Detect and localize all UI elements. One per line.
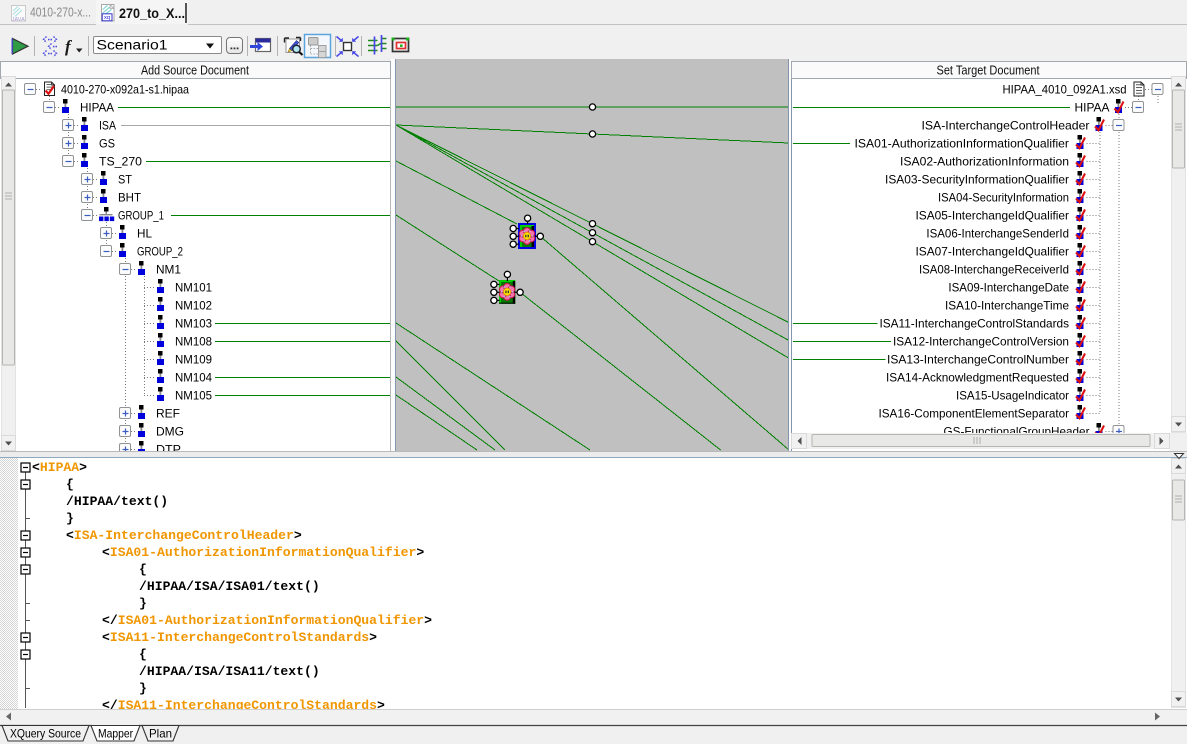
svg-text:ISA11-InterchangeControlStanda: ISA11-InterchangeControlStandards xyxy=(880,317,1070,331)
svg-text:ISA15-UsageIndicator: ISA15-UsageIndicator xyxy=(956,389,1069,403)
svg-text:ISA12-InterchangeControlVersio: ISA12-InterchangeControlVersion xyxy=(893,335,1069,349)
svg-text:HIPAA_4010_092A1.xsd: HIPAA_4010_092A1.xsd xyxy=(1003,83,1127,97)
svg-text:Mapper: Mapper xyxy=(98,727,133,741)
svg-text:ISA13-InterchangeControlNumber: ISA13-InterchangeControlNumber xyxy=(887,353,1069,367)
svg-text:ISA07-InterchangeIdQualifier: ISA07-InterchangeIdQualifier xyxy=(916,245,1070,259)
svg-text:ISA08-InterchangeReceiverId: ISA08-InterchangeReceiverId xyxy=(919,263,1069,277)
svg-text:NM109: NM109 xyxy=(175,353,212,367)
svg-text:NM108: NM108 xyxy=(175,335,212,349)
svg-text:TS_270: TS_270 xyxy=(99,155,142,169)
svg-text:xq: xq xyxy=(104,15,110,21)
svg-text:ISA03-SecurityInformationQuali: ISA03-SecurityInformationQualifier xyxy=(885,173,1069,187)
svg-text:JAVA: JAVA xyxy=(12,17,25,22)
svg-text:GROUP_2: GROUP_2 xyxy=(137,245,183,259)
svg-text:ST: ST xyxy=(118,173,133,187)
svg-text:NM104: NM104 xyxy=(175,371,212,385)
svg-text:270_to_X...: 270_to_X... xyxy=(119,5,185,21)
svg-text:NM101: NM101 xyxy=(175,281,212,295)
svg-text:Plan: Plan xyxy=(149,727,172,741)
svg-text:ISA01-AuthorizationInformation: ISA01-AuthorizationInformationQualifier xyxy=(855,137,1070,151)
svg-text:ISA10-InterchangeTime: ISA10-InterchangeTime xyxy=(945,299,1069,313)
svg-text:ISA06-InterchangeSenderId: ISA06-InterchangeSenderId xyxy=(926,227,1069,241)
svg-text:ISA05-InterchangeIdQualifier: ISA05-InterchangeIdQualifier xyxy=(916,209,1070,223)
svg-text:NM103: NM103 xyxy=(175,317,212,331)
svg-text:HL: HL xyxy=(137,227,152,241)
svg-text:REF: REF xyxy=(156,407,180,421)
svg-text:GROUP_1: GROUP_1 xyxy=(118,209,164,223)
svg-text:4010-270-x092a1-s1.hipaa: 4010-270-x092a1-s1.hipaa xyxy=(61,83,189,97)
svg-text:HIPAA: HIPAA xyxy=(80,101,114,115)
svg-text:DMG: DMG xyxy=(156,425,184,439)
svg-text:GS: GS xyxy=(99,137,115,151)
svg-text:NM102: NM102 xyxy=(175,299,212,313)
svg-text:NM1: NM1 xyxy=(156,263,181,277)
svg-text:ISA16-ComponentElementSeparato: ISA16-ComponentElementSeparator xyxy=(879,407,1070,421)
svg-text:DTP: DTP xyxy=(156,443,181,452)
svg-text:4010-270-x...: 4010-270-x... xyxy=(30,5,91,20)
svg-text:ISA02-AuthorizationInformation: ISA02-AuthorizationInformation xyxy=(900,155,1069,169)
svg-text:ISA: ISA xyxy=(99,119,116,133)
svg-text:Scenario1: Scenario1 xyxy=(97,38,168,53)
svg-text:f: f xyxy=(65,37,73,56)
svg-text:BHT: BHT xyxy=(118,191,142,205)
svg-text:ISA-InterchangeControlHeader: ISA-InterchangeControlHeader xyxy=(922,119,1090,133)
svg-text:HIPAA: HIPAA xyxy=(1075,101,1110,115)
svg-text:ISA04-SecurityInformation: ISA04-SecurityInformation xyxy=(938,191,1069,205)
svg-text:XQuery Source: XQuery Source xyxy=(10,727,81,741)
svg-text:Add Source Document: Add Source Document xyxy=(141,64,249,78)
svg-text:Set Target Document: Set Target Document xyxy=(937,64,1040,78)
svg-text:ISA09-InterchangeDate: ISA09-InterchangeDate xyxy=(948,281,1069,295)
svg-text:ISA14-AcknowledgmentRequested: ISA14-AcknowledgmentRequested xyxy=(886,371,1069,385)
svg-text:NM105: NM105 xyxy=(175,389,212,403)
